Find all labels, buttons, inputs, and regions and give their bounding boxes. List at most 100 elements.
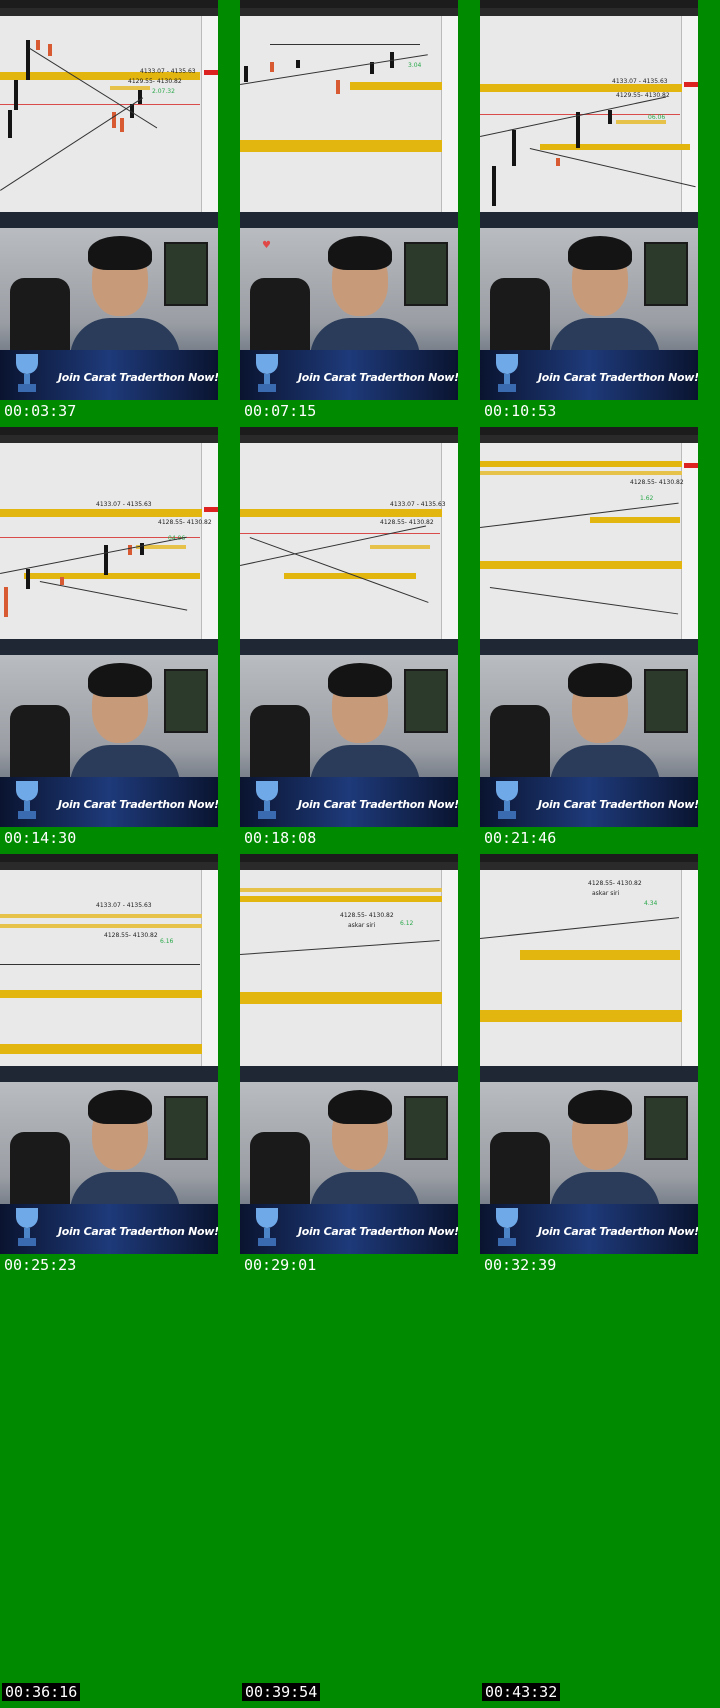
frame-screenshot [480,1281,698,1681]
price-axis [441,443,458,639]
profit-label: 3.04 [408,62,422,69]
demand-zone [590,517,680,523]
candle [336,80,340,94]
price-chart: 4133.07 - 4135.63 4128.55- 4130.82 6.16 [0,854,218,1082]
promo-banner: Join Carat Traderthon Now! [0,350,218,400]
price-chart: 4128.55- 4130.82 askar siri 4.34 [480,854,698,1082]
wall-poster [404,1096,448,1160]
webcam-feed: Join Carat Traderthon Now! [480,228,698,400]
banner-text: Join Carat Traderthon Now! [58,798,218,811]
trendline [529,148,696,188]
zone-label: 4129.55- 4130.82 [128,78,182,85]
status-bar [0,1066,218,1082]
frame-8[interactable]: 4128.55- 4130.82 askar siri 6.12 Join Ca… [240,854,458,1281]
timeframe-tabs [480,862,698,870]
status-bar [480,639,698,655]
candle [104,545,108,575]
webcam-feed: Join Carat Traderthon Now! [0,228,218,400]
zone-label: 4133.07 - 4135.63 [140,68,196,75]
zone-label: 4133.07 - 4135.63 [96,902,152,909]
price-axis [201,443,218,639]
timeframe-tabs [0,8,218,16]
timeframe-tabs [240,862,458,870]
wall-poster [644,1096,688,1160]
trophy-icon [494,354,520,394]
trendline [240,940,440,955]
trophy-icon [14,781,40,821]
candle [26,569,30,589]
demand-zone [540,144,690,150]
banner-text: Join Carat Traderthon Now! [298,798,458,811]
supply-zone [240,509,442,517]
frame-screenshot: 4133.07 - 4135.63 4128.55- 4130.82 6.16 … [0,854,218,1254]
webcam-feed: Join Carat Traderthon Now! [240,1082,458,1254]
price-axis [441,870,458,1066]
window-titlebar [0,0,218,8]
candle [576,112,580,148]
banner-text: Join Carat Traderthon Now! [538,798,698,811]
frame-12[interactable]: 00:43:32 [480,1281,698,1708]
banner-text: Join Carat Traderthon Now! [298,1225,458,1238]
annotation-note: askar siri [348,922,376,929]
person-hair [568,236,632,270]
timeframe-tabs [480,8,698,16]
timestamp-label: 00:39:54 [242,1683,321,1701]
timeframe-tabs [0,435,218,443]
price-level-line [0,104,200,105]
promo-banner: Join Carat Traderthon Now! [0,777,218,827]
profit-label: 06.06 [648,114,666,121]
promo-banner: Join Carat Traderthon Now! [240,350,458,400]
demand-zone [520,950,680,960]
frame-7[interactable]: 4133.07 - 4135.63 4128.55- 4130.82 6.16 … [0,854,218,1281]
demand-zone [240,992,442,1004]
frame-screenshot: 4133.07 - 4135.63 4128.55- 4130.82 04.06 [0,427,218,827]
candle [608,110,612,124]
candle [4,587,8,617]
price-axis [441,16,458,212]
price-axis [681,870,698,1066]
candle [8,110,12,138]
frame-screenshot: 4128.55- 4130.82 1.62 Join Carat Tradert… [480,427,698,827]
promo-banner: Join Carat Traderthon Now! [0,1204,218,1254]
price-axis [681,443,698,639]
window-titlebar [240,854,458,862]
frame-2[interactable]: 3.04 ♥ Join Carat Traderthon Now! 00:07:… [240,0,458,427]
price-chart: 4133.07 - 4135.63 4128.55- 4130.82 [240,427,458,655]
timestamp-label: 00:07:15 [244,402,317,420]
trendline [489,587,679,615]
trophy-icon [14,1208,40,1248]
timestamp-label: 00:18:08 [244,829,317,847]
frame-screenshot: 4133.07 - 4135.63 4129.55- 4130.82 06.06 [480,0,698,400]
frame-9[interactable]: 4128.55- 4130.82 askar siri 4.34 Join Ca… [480,854,698,1281]
price-tag [204,507,218,512]
timestamp-label: 00:43:32 [482,1683,561,1701]
frame-3[interactable]: 4133.07 - 4135.63 4129.55- 4130.82 06.06 [480,0,698,427]
demand-zone [0,990,202,998]
trendline [0,536,187,574]
candle [48,44,52,56]
zone-label: 4128.55- 4130.82 [588,880,642,887]
zone-label: 4128.55- 4130.82 [630,479,684,486]
window-titlebar [480,854,698,862]
annotation-note: askar siri [592,890,620,897]
frame-5[interactable]: 4133.07 - 4135.63 4128.55- 4130.82 Join … [240,427,458,854]
frame-4[interactable]: 4133.07 - 4135.63 4128.55- 4130.82 04.06 [0,427,218,854]
banner-text: Join Carat Traderthon Now! [58,1225,218,1238]
webcam-feed: Join Carat Traderthon Now! [240,655,458,827]
trendline [480,917,680,939]
person-hair [88,236,152,270]
candle [512,130,516,166]
trendline [480,502,679,528]
candle [492,166,496,206]
frame-11[interactable]: 00:39:54 [240,1281,458,1708]
frame-1[interactable]: 4133.07 - 4135.63 4129.55- 4130.82 2.07.… [0,0,218,427]
status-bar [0,639,218,655]
candle [26,40,30,80]
price-chart: 3.04 [240,0,458,228]
person-hair [568,663,632,697]
frame-10[interactable]: 00:36:16 [0,1281,218,1708]
trophy-icon [494,781,520,821]
timestamp-label: 00:36:16 [2,1683,81,1701]
profit-label: 1.62 [640,495,654,502]
frame-6[interactable]: 4128.55- 4130.82 1.62 Join Carat Tradert… [480,427,698,854]
